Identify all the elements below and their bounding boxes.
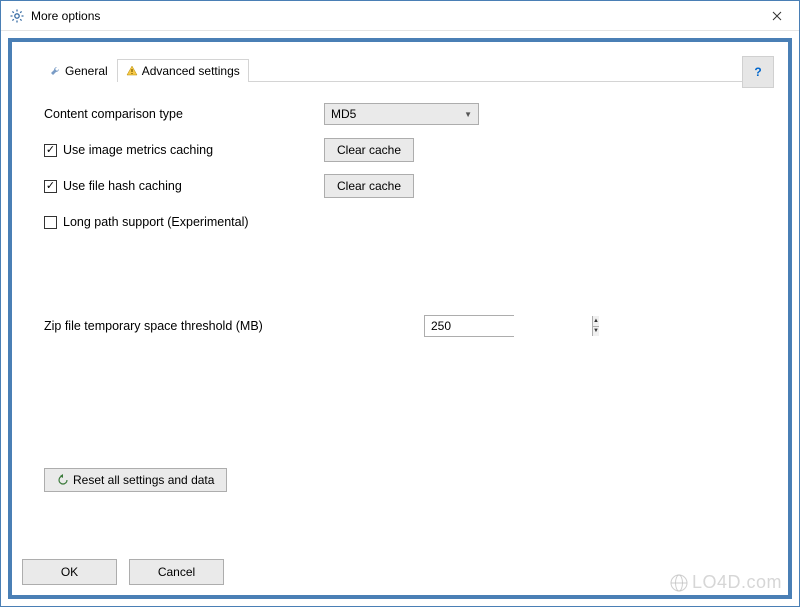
clear-file-cache-button[interactable]: Clear cache (324, 174, 414, 198)
bottom-bar: OK Cancel (12, 551, 788, 595)
cancel-button[interactable]: Cancel (129, 559, 224, 585)
comparison-combo[interactable]: MD5 ▼ (324, 103, 479, 125)
zip-threshold-spinner[interactable]: ▲ ▼ (424, 315, 514, 337)
titlebar: More options (1, 1, 799, 31)
gear-icon (9, 8, 25, 24)
zip-threshold-row: Zip file temporary space threshold (MB) … (44, 314, 764, 338)
comparison-row: Content comparison type MD5 ▼ (44, 102, 764, 126)
ok-button[interactable]: OK (22, 559, 117, 585)
image-cache-row: Use image metrics caching Clear cache (44, 138, 764, 162)
long-path-label: Long path support (Experimental) (63, 215, 249, 229)
dialog-window: More options ? General (0, 0, 800, 607)
window-title: More options (31, 9, 100, 23)
file-cache-checkbox[interactable] (44, 180, 57, 193)
tab-general[interactable]: General (40, 59, 117, 82)
warning-icon (126, 65, 138, 77)
button-label: Clear cache (337, 143, 401, 157)
spinner-up-button[interactable]: ▲ (593, 316, 599, 327)
help-icon: ? (754, 65, 761, 79)
reset-label: Reset all settings and data (73, 473, 214, 487)
image-cache-label: Use image metrics caching (63, 143, 213, 157)
close-button[interactable] (754, 1, 799, 30)
chevron-down-icon: ▼ (464, 110, 472, 119)
spinner-down-button[interactable]: ▼ (593, 327, 599, 337)
reset-icon (57, 474, 69, 486)
image-cache-checkbox[interactable] (44, 144, 57, 157)
comparison-label: Content comparison type (44, 107, 324, 121)
file-cache-row: Use file hash caching Clear cache (44, 174, 764, 198)
button-label: OK (61, 565, 78, 579)
advanced-panel: Content comparison type MD5 ▼ Use image … (40, 102, 768, 543)
help-button[interactable]: ? (742, 56, 774, 88)
tab-advanced[interactable]: Advanced settings (117, 59, 249, 82)
spinner-buttons: ▲ ▼ (592, 316, 599, 336)
reset-button[interactable]: Reset all settings and data (44, 468, 227, 492)
wrench-icon (49, 65, 61, 77)
long-path-checkbox[interactable] (44, 216, 57, 229)
tab-label: General (65, 64, 108, 78)
tab-strip: General Advanced settings (40, 58, 768, 82)
button-label: Cancel (158, 565, 195, 579)
reset-row: Reset all settings and data (44, 468, 764, 492)
content-area: ? General Advanced settings (12, 42, 788, 551)
inner-frame: ? General Advanced settings (8, 38, 792, 599)
zip-threshold-label: Zip file temporary space threshold (MB) (44, 319, 424, 333)
zip-threshold-input[interactable] (425, 316, 592, 336)
long-path-row: Long path support (Experimental) (44, 210, 764, 234)
file-cache-label: Use file hash caching (63, 179, 182, 193)
clear-image-cache-button[interactable]: Clear cache (324, 138, 414, 162)
tab-label: Advanced settings (142, 64, 240, 78)
combo-value: MD5 (331, 107, 356, 121)
button-label: Clear cache (337, 179, 401, 193)
